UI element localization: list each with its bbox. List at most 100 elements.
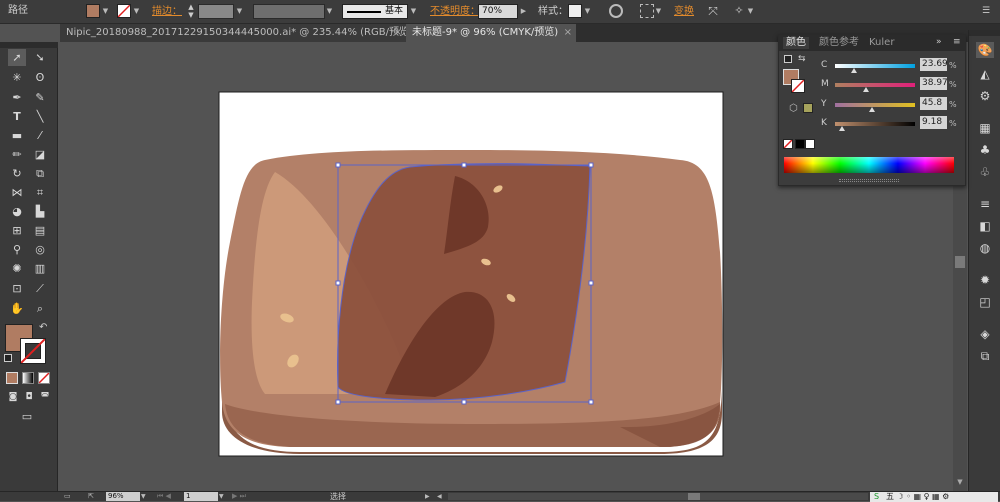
dock-grip[interactable]	[969, 30, 1000, 36]
free-transform-tool-icon[interactable]: ⌗	[31, 184, 49, 201]
opacity-arrow-icon[interactable]: ▶	[520, 5, 527, 17]
channel-c-slider[interactable]	[835, 64, 915, 73]
stroke-swatch[interactable]	[791, 79, 805, 93]
shape-builder-tool-icon[interactable]: ◕	[8, 203, 26, 220]
lasso-tool-icon[interactable]: ʘ	[31, 69, 49, 86]
line-tool-icon[interactable]: ╲	[31, 108, 49, 125]
share-icon[interactable]: ⇱	[88, 492, 98, 501]
stroke-panel-icon[interactable]: ≡	[976, 196, 994, 212]
scroll-left-icon[interactable]: ◀	[437, 492, 445, 501]
blend-tool-icon[interactable]: ◎	[31, 241, 49, 258]
symbol-sprayer-tool-icon[interactable]: ✺	[8, 260, 26, 277]
slice-tool-icon[interactable]: ⟋	[31, 280, 49, 297]
color-spectrum[interactable]	[784, 157, 954, 173]
tab-color[interactable]: 颜色	[783, 37, 809, 49]
panel-menu-icon[interactable]: ≡	[953, 37, 961, 47]
screen-mode-icon[interactable]: ▭	[16, 408, 38, 425]
artboard-nav-icon[interactable]: ▭	[64, 492, 76, 501]
stroke-stepper[interactable]: ▲ ▼	[186, 3, 196, 20]
color-mode-icon[interactable]	[6, 372, 18, 384]
perspective-grid-tool-icon[interactable]: ▙	[31, 203, 49, 220]
layers-icon[interactable]: ◈	[976, 326, 994, 342]
color-panel-icon[interactable]: 🎨	[976, 42, 994, 58]
isolate-icon[interactable]: ⤧	[706, 4, 720, 18]
eyedropper-tool-icon[interactable]: ⚲	[8, 241, 26, 258]
gamut-warning-swatch[interactable]	[803, 103, 813, 113]
mesh-tool-icon[interactable]: ⊞	[8, 222, 26, 239]
horizontal-scrollbar[interactable]	[448, 493, 868, 500]
artboard-tool-icon[interactable]: ⊡	[8, 280, 26, 297]
artboards-icon[interactable]: ⧉	[976, 348, 994, 364]
selection-tool-icon[interactable]: ➚	[8, 49, 26, 66]
graphic-styles-icon[interactable]: ✹	[976, 272, 994, 288]
stroke-label[interactable]: 描边：	[152, 5, 182, 19]
style-dropdown-icon[interactable]: ▼	[584, 5, 591, 17]
slider-thumb[interactable]	[863, 87, 870, 92]
channel-y-slider[interactable]	[835, 103, 915, 112]
symbols-icon[interactable]: ♧	[976, 164, 994, 180]
opacity-label[interactable]: 不透明度：	[430, 5, 480, 19]
brush-style-field[interactable]: 基本	[342, 4, 408, 19]
brush-style-dropdown-icon[interactable]: ▼	[410, 5, 417, 17]
variable-width-dropdown-icon[interactable]: ▼	[326, 5, 333, 17]
zoom-dropdown-icon[interactable]: ▼	[141, 492, 149, 501]
channel-m-value[interactable]: 38.97	[920, 77, 948, 90]
channel-k-value[interactable]: 9.18	[920, 116, 947, 129]
gradient-tool-icon[interactable]: ▤	[31, 222, 49, 239]
color-guide-icon[interactable]: ◭	[976, 66, 994, 82]
stroke-weight-dropdown-icon[interactable]: ▼	[236, 5, 243, 17]
channel-y-value[interactable]: 45.8	[920, 97, 947, 110]
graphic-style-swatch[interactable]	[568, 4, 582, 18]
horizontal-scrollbar-thumb[interactable]	[688, 493, 700, 500]
close-icon[interactable]: ×	[394, 24, 402, 42]
status-menu-icon[interactable]: ▶	[425, 492, 432, 501]
default-colors-icon[interactable]	[784, 55, 792, 63]
appearance-icon[interactable]: ⚙	[976, 88, 994, 104]
direct-selection-tool-icon[interactable]: ➘	[31, 49, 49, 66]
transform-label[interactable]: 变换	[674, 5, 694, 19]
rotate-tool-icon[interactable]: ↻	[8, 165, 26, 182]
scroll-down-icon[interactable]: ▼	[955, 478, 965, 488]
tab-kuler[interactable]: Kuler	[869, 37, 894, 49]
rectangle-tool-icon[interactable]: ▬	[8, 127, 26, 144]
close-icon[interactable]: ×	[564, 24, 572, 42]
out-of-web-icon[interactable]: ⬡	[789, 103, 798, 114]
eraser-tool-icon[interactable]: ◪	[31, 146, 49, 163]
draw-inside-icon[interactable]: ◚	[36, 389, 54, 406]
gradient-panel-icon[interactable]: ◧	[976, 218, 994, 234]
default-colors-icon[interactable]	[4, 354, 12, 362]
page-field[interactable]: 1	[184, 492, 218, 501]
black-swatch[interactable]	[795, 139, 805, 149]
image-trace-icon[interactable]: ◰	[976, 294, 994, 310]
magic-wand-tool-icon[interactable]: ✳	[8, 69, 26, 86]
channel-k-slider[interactable]	[835, 122, 915, 131]
scale-tool-icon[interactable]: ⧉	[31, 165, 49, 182]
paintbrush-tool-icon[interactable]: ⁄	[31, 127, 49, 144]
swatches-icon[interactable]: ▦	[976, 120, 994, 136]
scrollbar-thumb[interactable]	[955, 256, 965, 268]
pen-tool-icon[interactable]: ✒	[8, 89, 26, 106]
variable-width-field[interactable]	[253, 4, 325, 19]
transparency-icon[interactable]: ◍	[976, 240, 994, 256]
tab-color-guide[interactable]: 颜色参考	[819, 37, 859, 49]
white-swatch[interactable]	[805, 139, 815, 149]
tab-nipic[interactable]: Nipic_20180988_20171229150344445000.ai* …	[60, 24, 406, 42]
swap-colors-icon[interactable]: ⇆	[798, 54, 806, 64]
slider-thumb[interactable]	[850, 68, 857, 73]
align-icon[interactable]	[640, 4, 654, 18]
stroke-color-box[interactable]	[20, 338, 46, 364]
channel-m-slider[interactable]	[835, 83, 915, 92]
brushes-icon[interactable]: ♣	[976, 142, 994, 158]
toolbar-grip[interactable]	[0, 42, 58, 48]
stroke-weight-field[interactable]	[198, 4, 234, 19]
last-page-icon[interactable]: ▶ ⏭	[232, 492, 254, 501]
slider-thumb[interactable]	[839, 126, 846, 131]
align-dropdown-icon[interactable]: ▼	[655, 5, 662, 17]
page-dropdown-icon[interactable]: ▼	[219, 492, 227, 501]
zoom-tool-icon[interactable]: ⌕	[31, 300, 49, 317]
first-page-icon[interactable]: ⏮ ◀	[157, 492, 179, 501]
fill-swatch[interactable]	[86, 4, 100, 18]
stroke-dropdown-icon[interactable]: ▼	[133, 5, 140, 17]
gradient-mode-icon[interactable]	[22, 372, 34, 384]
stroke-swatch[interactable]	[117, 4, 131, 18]
